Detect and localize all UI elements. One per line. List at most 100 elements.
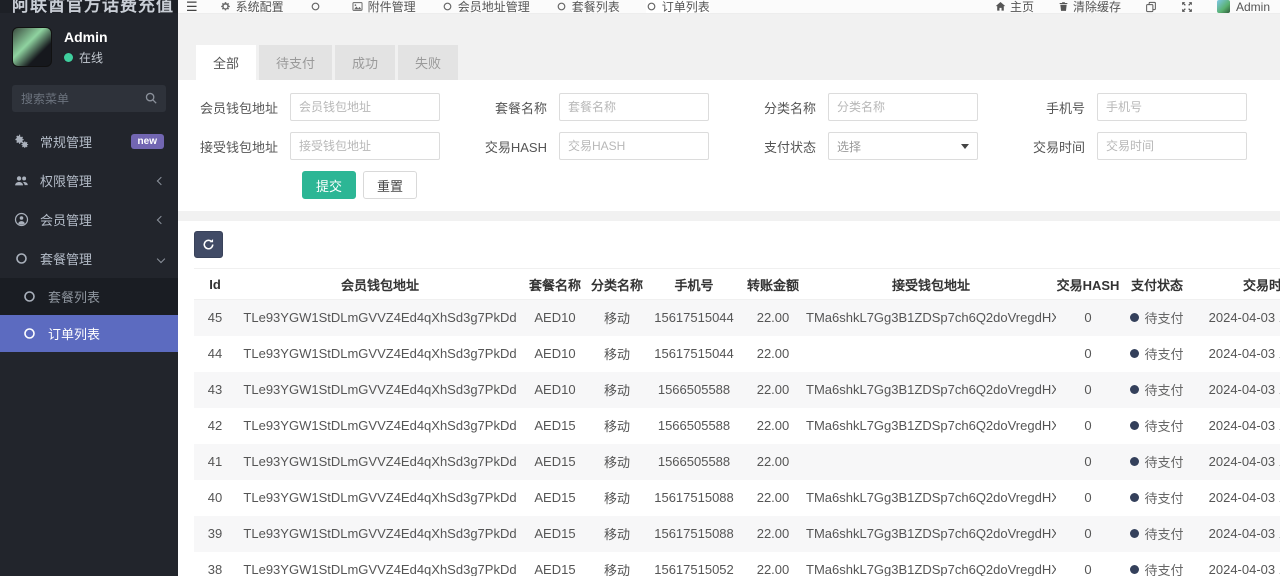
chevron-left-icon bbox=[157, 176, 165, 184]
topbar-item-icon[interactable] bbox=[310, 1, 326, 12]
tab-全部[interactable]: 全部 bbox=[196, 45, 256, 80]
home-icon bbox=[995, 1, 1006, 12]
table-cell: 22.00 bbox=[740, 336, 806, 372]
table-cell: 1566505588 bbox=[648, 408, 740, 444]
table-cell: 43 bbox=[194, 372, 236, 408]
table-cell: 2024-04-03 17:27:07 bbox=[1194, 372, 1280, 408]
search-input[interactable] bbox=[12, 85, 166, 112]
table-cell: AED15 bbox=[524, 480, 586, 516]
table-cell bbox=[806, 444, 1056, 480]
tab-失败[interactable]: 失败 bbox=[398, 45, 458, 80]
status-label: 待支付 bbox=[1144, 560, 1183, 576]
sidebar-item-权限管理[interactable]: 权限管理 bbox=[0, 161, 178, 200]
filter-label: 套餐名称 bbox=[467, 98, 559, 117]
table-cell: TMa6shkL7Gg3B1ZDSp7ch6Q2doVregdHX9 bbox=[806, 552, 1056, 576]
topbar-item-label: 系统配置 bbox=[236, 0, 284, 14]
filter-field-交易HASH: 交易HASH bbox=[467, 132, 722, 160]
column-header: 交易时间 bbox=[1194, 269, 1280, 300]
tab-成功[interactable]: 成功 bbox=[335, 45, 395, 80]
table-cell: 39 bbox=[194, 516, 236, 552]
topbar-item-附件管理[interactable]: 附件管理 bbox=[352, 0, 416, 14]
filter-field-支付状态: 支付状态选择 bbox=[736, 132, 991, 160]
status-dot-icon bbox=[1130, 529, 1139, 538]
fullscreen-button[interactable] bbox=[1181, 1, 1193, 13]
refresh-button[interactable] bbox=[194, 231, 223, 258]
circle-icon bbox=[14, 251, 30, 267]
sidebar-item-会员管理[interactable]: 会员管理 bbox=[0, 200, 178, 239]
status-dot-icon bbox=[1130, 457, 1139, 466]
table-cell: 15617515044 bbox=[648, 336, 740, 372]
fullscreen-icon bbox=[1181, 1, 1193, 13]
avatar[interactable] bbox=[12, 27, 52, 67]
sidebar-item-label: 权限管理 bbox=[40, 171, 158, 190]
pay-status-select[interactable]: 选择 bbox=[828, 132, 978, 160]
tab-待支付[interactable]: 待支付 bbox=[259, 45, 332, 80]
topbar-item-label: 订单列表 bbox=[662, 0, 710, 14]
app-title: 阿联酋官方话费充值 bbox=[0, 0, 178, 13]
menu-search bbox=[12, 85, 166, 112]
table-cell: 0 bbox=[1056, 480, 1120, 516]
topbar-username[interactable]: Admin bbox=[1236, 0, 1270, 14]
topbar-item-会员地址管理[interactable]: 会员地址管理 bbox=[442, 0, 530, 14]
app-title-text: 阿联酋官方话费充值 bbox=[0, 0, 178, 13]
clear-cache-button[interactable]: 清除缓存 bbox=[1058, 0, 1121, 14]
table-cell: 移动 bbox=[586, 444, 648, 480]
status-badge: 待支付 bbox=[1130, 488, 1183, 507]
status-dot-icon bbox=[1130, 493, 1139, 502]
filter-input-交易HASH[interactable] bbox=[559, 132, 709, 160]
sidebar-item-label: 会员管理 bbox=[40, 210, 158, 229]
sidebar-item-常规管理[interactable]: 常规管理new bbox=[0, 122, 178, 161]
table-cell: 移动 bbox=[586, 372, 648, 408]
table-cell: 22.00 bbox=[740, 552, 806, 576]
table-cell: 待支付 bbox=[1120, 300, 1194, 336]
search-icon bbox=[144, 91, 158, 105]
table-cell: 待支付 bbox=[1120, 552, 1194, 576]
filter-input-会员钱包地址[interactable] bbox=[290, 93, 440, 121]
status-badge: 待支付 bbox=[1130, 380, 1183, 399]
sidebar-item-套餐列表[interactable]: 套餐列表 bbox=[0, 278, 178, 315]
table-row: 42TLe93YGW1StDLmGVVZ4Ed4qXhSd3g7PkDdAED1… bbox=[194, 408, 1280, 444]
orders-table: Id会员钱包地址套餐名称分类名称手机号转账金额接受钱包地址交易HASH支付状态交… bbox=[194, 268, 1280, 576]
reset-button[interactable]: 重置 bbox=[363, 171, 417, 199]
topbar-item-订单列表[interactable]: 订单列表 bbox=[646, 0, 710, 14]
submit-button[interactable]: 提交 bbox=[302, 171, 356, 199]
table-cell: 0 bbox=[1056, 516, 1120, 552]
table-cell: AED15 bbox=[524, 516, 586, 552]
filter-input-分类名称[interactable] bbox=[828, 93, 978, 121]
filter-field-交易时间: 交易时间 bbox=[1005, 132, 1260, 160]
hamburger-icon[interactable]: ☰ bbox=[186, 0, 198, 14]
table-cell: 待支付 bbox=[1120, 444, 1194, 480]
copy-tabs-button[interactable] bbox=[1145, 1, 1157, 13]
table-cell: AED10 bbox=[524, 336, 586, 372]
sidebar-item-订单列表[interactable]: 订单列表 bbox=[0, 315, 178, 352]
topbar-avatar[interactable] bbox=[1217, 0, 1230, 13]
home-button[interactable]: 主页 bbox=[995, 0, 1034, 14]
table-cell: 0 bbox=[1056, 552, 1120, 576]
filter-input-手机号[interactable] bbox=[1097, 93, 1247, 121]
circle-icon bbox=[22, 289, 38, 305]
table-cell: AED15 bbox=[524, 552, 586, 576]
table-cell: 2024-04-03 17:25:39 bbox=[1194, 552, 1280, 576]
gears-icon bbox=[14, 134, 30, 150]
table-header-row: Id会员钱包地址套餐名称分类名称手机号转账金额接受钱包地址交易HASH支付状态交… bbox=[194, 269, 1280, 300]
filter-input-交易时间[interactable] bbox=[1097, 132, 1247, 160]
user-icon bbox=[14, 212, 30, 228]
topbar-item-套餐列表[interactable]: 套餐列表 bbox=[556, 0, 620, 14]
table-row: 44TLe93YGW1StDLmGVVZ4Ed4qXhSd3g7PkDdAED1… bbox=[194, 336, 1280, 372]
table-cell: 15617515052 bbox=[648, 552, 740, 576]
filter-input-接受钱包地址[interactable] bbox=[290, 132, 440, 160]
filter-label: 交易时间 bbox=[1005, 137, 1097, 156]
table-row: 45TLe93YGW1StDLmGVVZ4Ed4qXhSd3g7PkDdAED1… bbox=[194, 300, 1280, 336]
filter-input-套餐名称[interactable] bbox=[559, 93, 709, 121]
filter-label: 手机号 bbox=[1005, 98, 1097, 117]
table-cell: 待支付 bbox=[1120, 408, 1194, 444]
table-cell: 移动 bbox=[586, 336, 648, 372]
table-cell: AED15 bbox=[524, 408, 586, 444]
topbar-item-系统配置[interactable]: 系统配置 bbox=[220, 0, 284, 14]
table-cell: 40 bbox=[194, 480, 236, 516]
sidebar-item-套餐管理[interactable]: 套餐管理 bbox=[0, 239, 178, 278]
table-cell: TMa6shkL7Gg3B1ZDSp7ch6Q2doVregdHX9 bbox=[806, 408, 1056, 444]
sidebar-item-label: 订单列表 bbox=[48, 324, 164, 343]
column-header: 接受钱包地址 bbox=[806, 269, 1056, 300]
table-cell: TLe93YGW1StDLmGVVZ4Ed4qXhSd3g7PkDd bbox=[236, 444, 524, 480]
